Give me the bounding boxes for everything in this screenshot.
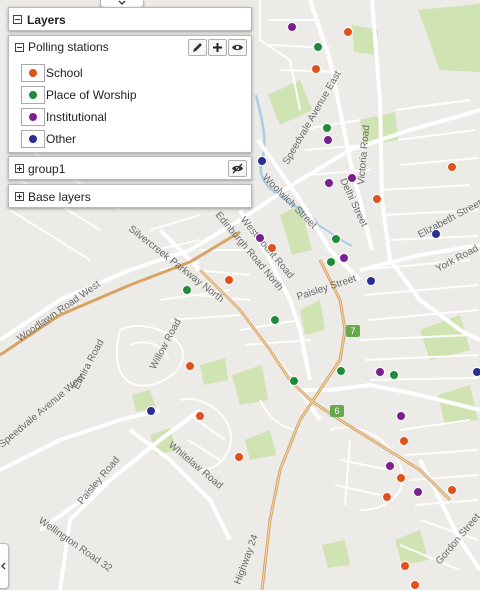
polling-marker-worship[interactable]: [313, 42, 323, 52]
polling-stations-group: Polling stations School Place of Worship…: [8, 35, 252, 153]
legend-swatch-other: [21, 130, 45, 148]
polling-marker-school[interactable]: [224, 275, 234, 285]
collapse-layers-toggle[interactable]: [13, 15, 22, 24]
polling-marker-institutional[interactable]: [323, 135, 333, 145]
polling-marker-institutional[interactable]: [396, 411, 406, 421]
polling-marker-school[interactable]: [195, 411, 205, 421]
layers-title: Layers: [27, 13, 66, 27]
other-dot-icon: [29, 135, 37, 143]
polling-marker-institutional[interactable]: [255, 233, 265, 243]
polling-marker-worship[interactable]: [326, 257, 336, 267]
polling-marker-institutional[interactable]: [287, 22, 297, 32]
collapse-polling-stations-toggle[interactable]: [15, 43, 24, 52]
polling-marker-worship[interactable]: [270, 315, 280, 325]
side-panel-handle[interactable]: [0, 543, 9, 589]
group1-title[interactable]: group1: [28, 162, 65, 176]
polling-marker-school[interactable]: [372, 194, 382, 204]
expand-base-layers-toggle[interactable]: [15, 192, 24, 201]
highway-shield-6: 6: [330, 405, 344, 417]
school-dot-icon: [29, 69, 37, 77]
legend-swatch-institutional: [21, 108, 45, 126]
toggle-visibility-button[interactable]: [228, 39, 247, 56]
polling-marker-other[interactable]: [257, 156, 267, 166]
pencil-icon: [193, 43, 202, 52]
polling-marker-other[interactable]: [366, 276, 376, 286]
polling-marker-worship[interactable]: [182, 285, 192, 295]
edit-layer-button[interactable]: [188, 39, 207, 56]
expand-group1-toggle[interactable]: [15, 164, 24, 173]
add-feature-button[interactable]: [208, 39, 227, 56]
legend-swatch-school: [21, 64, 45, 82]
institutional-dot-icon: [29, 113, 37, 121]
polling-marker-institutional[interactable]: [413, 487, 423, 497]
polling-marker-institutional[interactable]: [324, 178, 334, 188]
polling-marker-institutional[interactable]: [339, 253, 349, 263]
legend-label-place-of-worship: Place of Worship: [46, 88, 137, 102]
polling-marker-school[interactable]: [410, 580, 420, 590]
plus-icon: [213, 43, 222, 52]
group1-row[interactable]: group1: [8, 156, 252, 180]
polling-marker-other[interactable]: [146, 406, 156, 416]
base-layers-row[interactable]: Base layers: [8, 184, 252, 208]
polling-marker-worship[interactable]: [331, 234, 341, 244]
svg-text:7: 7: [350, 326, 355, 336]
chevron-left-icon: [1, 562, 6, 570]
eye-slash-icon: [232, 163, 243, 174]
polling-stations-title[interactable]: Polling stations: [28, 40, 109, 54]
place-of-worship-dot-icon: [29, 91, 37, 99]
polling-marker-institutional[interactable]: [385, 461, 395, 471]
legend-label-other: Other: [46, 132, 77, 146]
polling-marker-school[interactable]: [267, 243, 277, 253]
polling-marker-worship[interactable]: [336, 366, 346, 376]
polling-marker-school[interactable]: [234, 452, 244, 462]
polling-marker-school[interactable]: [382, 492, 392, 502]
polling-marker-school[interactable]: [399, 436, 409, 446]
base-layers-title[interactable]: Base layers: [28, 190, 91, 204]
eye-icon: [232, 44, 243, 51]
polling-marker-other[interactable]: [472, 367, 480, 377]
polling-marker-school[interactable]: [447, 485, 457, 495]
polling-marker-worship[interactable]: [322, 123, 332, 133]
polling-marker-institutional[interactable]: [375, 367, 385, 377]
polling-marker-school[interactable]: [396, 473, 406, 483]
legend-label-school: School: [46, 66, 83, 80]
polling-marker-school[interactable]: [343, 27, 353, 37]
legend-swatch-place-of-worship: [21, 86, 45, 104]
legend-label-institutional: Institutional: [46, 110, 107, 124]
polling-marker-school[interactable]: [447, 162, 457, 172]
polling-marker-other[interactable]: [431, 229, 441, 239]
polling-marker-worship[interactable]: [389, 370, 399, 380]
highway-shield-7: 7: [346, 325, 360, 337]
polling-marker-worship[interactable]: [289, 376, 299, 386]
svg-text:6: 6: [334, 406, 339, 416]
group1-visibility-button[interactable]: [228, 160, 247, 177]
polling-marker-school[interactable]: [311, 64, 321, 74]
layers-header[interactable]: Layers: [8, 7, 252, 31]
polling-marker-institutional[interactable]: [347, 173, 357, 183]
polling-marker-school[interactable]: [185, 361, 195, 371]
polling-marker-school[interactable]: [400, 561, 410, 571]
chevron-down-icon: [118, 0, 126, 5]
